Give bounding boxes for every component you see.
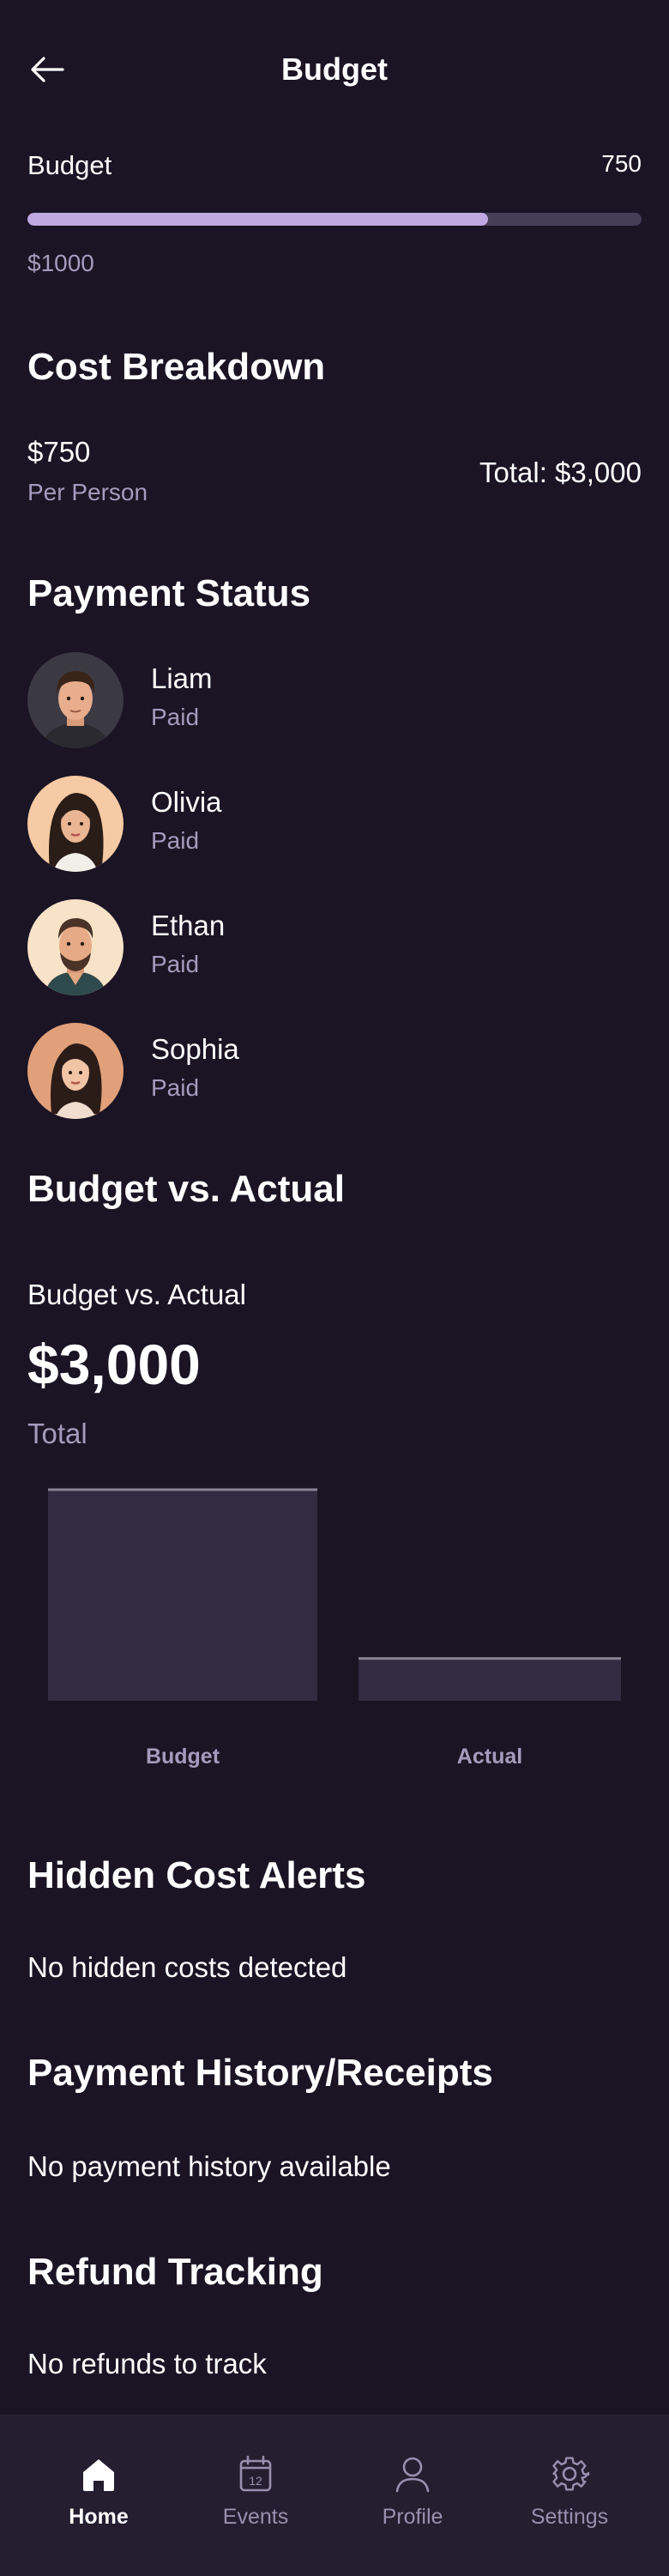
tab-settings[interactable]: Settings bbox=[492, 2416, 647, 2576]
budget-label: Budget bbox=[27, 150, 112, 180]
budget-summary: Budget 750 bbox=[27, 150, 642, 193]
bar-label: Budget bbox=[146, 1745, 220, 1769]
page-title: Budget bbox=[281, 51, 388, 87]
list-item[interactable]: Liam Paid bbox=[27, 652, 642, 748]
budget-vs-actual-chart: Budget Actual bbox=[0, 1476, 669, 1785]
budget-progress-bar bbox=[27, 213, 642, 226]
avatar bbox=[27, 776, 124, 872]
tab-events[interactable]: 12 Events bbox=[178, 2416, 333, 2576]
avatar bbox=[27, 652, 124, 748]
bar-label: Actual bbox=[457, 1745, 522, 1769]
bar-budget bbox=[48, 1490, 317, 1701]
person-icon bbox=[395, 2457, 430, 2493]
payment-status-title: Payment Status bbox=[27, 572, 311, 614]
budget-max-value: $1000 bbox=[27, 250, 94, 276]
avatar bbox=[27, 899, 124, 995]
list-item[interactable]: Sophia Paid bbox=[27, 1023, 642, 1119]
hidden-cost-alerts-title: Hidden Cost Alerts bbox=[27, 1854, 366, 1896]
refund-tracking-title: Refund Tracking bbox=[27, 2251, 323, 2293]
calendar-icon: 12 bbox=[239, 2455, 272, 2492]
hidden-costs-empty-message: No hidden costs detected bbox=[27, 1951, 347, 1983]
payment-status-text: Paid bbox=[151, 827, 200, 854]
payment-history-empty-message: No payment history available bbox=[27, 2150, 391, 2182]
tab-label: Home bbox=[69, 2505, 129, 2529]
per-person-amount: $750 bbox=[27, 436, 91, 468]
budget-vs-actual-amount: $3,000 bbox=[27, 1333, 201, 1396]
budget-spent-value: 750 bbox=[601, 150, 642, 177]
budget-vs-actual-subtitle: Budget vs. Actual bbox=[27, 1279, 246, 1310]
refunds-empty-message: No refunds to track bbox=[27, 2348, 267, 2379]
payment-status-text: Paid bbox=[151, 1074, 200, 1101]
budget-vs-actual-total-label: Total bbox=[27, 1418, 87, 1449]
gear-icon bbox=[552, 2457, 590, 2491]
tab-label: Events bbox=[222, 2505, 289, 2529]
avatar bbox=[27, 1023, 124, 1119]
tab-label: Profile bbox=[382, 2505, 443, 2529]
list-item[interactable]: Olivia Paid bbox=[27, 776, 642, 872]
top-app-bar: Budget bbox=[0, 0, 669, 137]
person-name: Ethan bbox=[151, 910, 226, 941]
payment-history-title: Payment History/Receipts bbox=[27, 2052, 493, 2094]
cost-total: Total: $3,000 bbox=[479, 457, 642, 488]
tab-label: Settings bbox=[530, 2505, 609, 2529]
bottom-tab-bar: Home 12 Events Profile Settings bbox=[0, 2415, 669, 2576]
payment-status-text: Paid bbox=[151, 951, 200, 977]
bar-actual bbox=[359, 1658, 621, 1701]
budget-progress-fill bbox=[27, 213, 488, 226]
budget-vs-actual-title: Budget vs. Actual bbox=[27, 1168, 345, 1210]
calendar-icon-date: 12 bbox=[249, 2474, 262, 2488]
tab-profile[interactable]: Profile bbox=[335, 2416, 490, 2576]
cost-breakdown-title: Cost Breakdown bbox=[27, 346, 326, 388]
tab-home[interactable]: Home bbox=[21, 2416, 176, 2576]
list-item[interactable]: Ethan Paid bbox=[27, 899, 642, 995]
per-person-label: Per Person bbox=[27, 479, 148, 505]
person-name: Olivia bbox=[151, 786, 222, 818]
person-name: Liam bbox=[151, 662, 213, 694]
payment-status-text: Paid bbox=[151, 704, 200, 730]
person-name: Sophia bbox=[151, 1033, 239, 1065]
home-icon bbox=[83, 2459, 114, 2491]
